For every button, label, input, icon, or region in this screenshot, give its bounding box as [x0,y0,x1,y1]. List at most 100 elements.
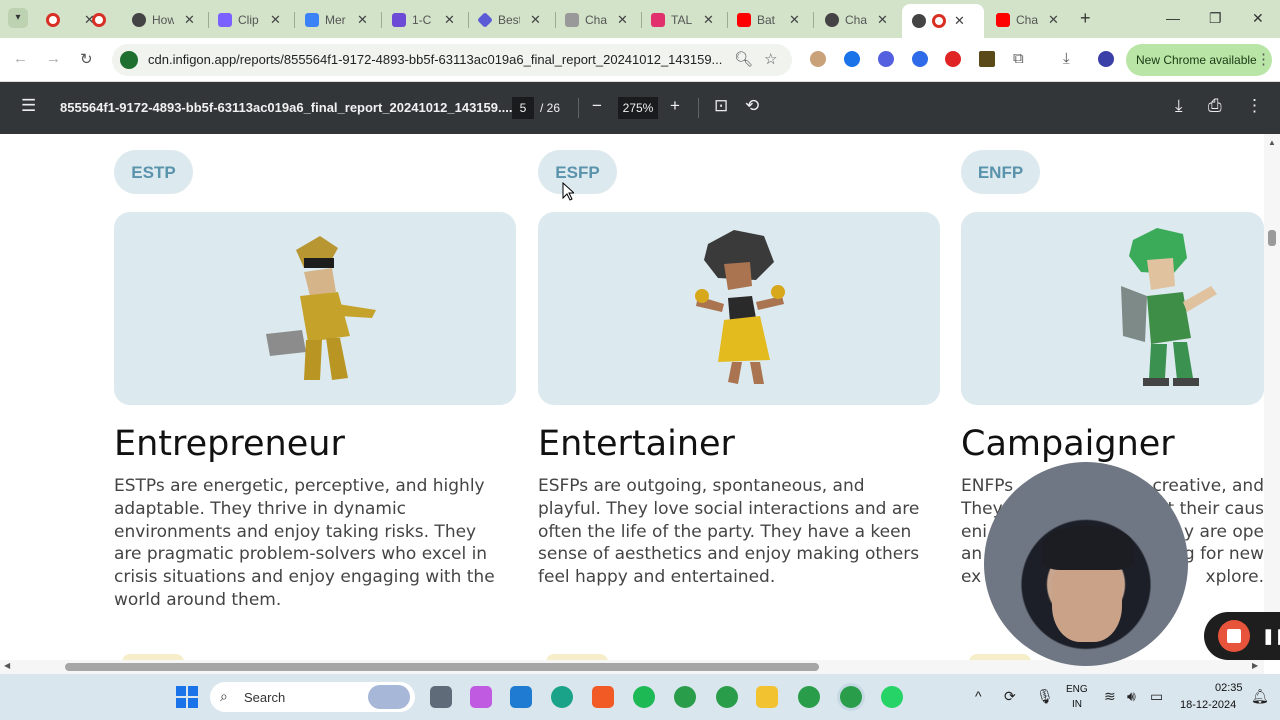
stop-recording-button[interactable] [1218,620,1250,652]
file-explorer-icon[interactable] [756,686,778,708]
reload-icon[interactable]: ↻ [80,50,93,68]
download-icon[interactable]: ⤓ [1175,96,1183,116]
extension-icon[interactable] [878,51,894,67]
close-icon[interactable]: ✕ [444,12,455,28]
entrepreneur-illustration [266,236,376,380]
forward-icon[interactable]: → [46,50,61,67]
tab-search-button[interactable]: ▾ [8,8,28,28]
close-icon[interactable]: ✕ [617,12,628,28]
extension-icon[interactable] [945,51,961,67]
new-tab-button[interactable]: + [1080,8,1091,29]
extensions-puzzle-icon[interactable]: ⧉ [1013,50,1024,67]
extension-icon[interactable] [979,51,995,67]
search-icon: ⌕ [220,688,228,704]
address-bar[interactable]: cdn.infigon.app/reports/855564f1-9172-48… [112,44,792,76]
close-icon[interactable]: ✕ [357,12,368,28]
restore-button[interactable]: ❐ [1209,10,1222,27]
pause-icon[interactable]: ❚❚ [1262,627,1280,645]
chrome-icon[interactable] [716,686,738,708]
clock-time[interactable]: 02:35 [1215,682,1243,694]
extension-icon[interactable] [844,51,860,67]
chevron-up-icon[interactable]: ^ [975,688,982,704]
task-view-icon[interactable] [430,686,452,708]
zoom-icon[interactable]: 🔍︎ [734,50,753,68]
description-line: an [961,544,983,565]
zoom-out-icon[interactable]: − [592,96,602,116]
description-line: eni [961,521,987,542]
scroll-up-arrow-icon[interactable]: ▲ [1268,138,1276,147]
vscode-icon[interactable] [510,686,532,708]
clock-date[interactable]: 18-12-2024 [1180,699,1236,711]
site-info-icon[interactable] [120,51,138,69]
horizontal-scrollbar-thumb[interactable] [65,663,819,671]
tab[interactable]: Cha ✕ [996,6,1059,34]
vertical-scrollbar-thumb[interactable] [1268,230,1276,246]
taskbar: ⌕ Search ^ ⟳ 🎙︎ ENG IN ≋ 🔊︎ ▭ 02:35 18-1… [0,674,1280,720]
download-icon[interactable]: ⤓ [1063,50,1070,67]
tab[interactable]: TAL ✕ [651,6,714,34]
scroll-left-arrow-icon[interactable]: ◀ [4,661,10,670]
wifi-icon[interactable]: ≋ [1104,688,1116,705]
tab[interactable]: Best ✕ [477,6,541,34]
close-icon[interactable]: ✕ [703,12,714,28]
type-description: ESTPs are energetic, perceptive, and hig… [114,476,495,610]
url-text[interactable]: cdn.infigon.app/reports/855564f1-9172-48… [148,52,722,67]
tab[interactable]: Mer ✕ [305,6,368,34]
tab[interactable] [92,6,112,34]
notification-icon[interactable]: 🔔︎ [1251,688,1269,705]
minimize-button[interactable]: — [1166,10,1180,26]
close-window-button[interactable]: ✕ [1252,10,1264,27]
print-icon[interactable]: ⎙ [1208,96,1222,116]
chrome-icon[interactable] [840,686,862,708]
whatsapp-icon[interactable] [881,686,903,708]
tab[interactable]: Cha ✕ [565,6,628,34]
zoom-in-icon[interactable]: + [670,96,680,116]
language-indicator[interactable]: ENG [1066,684,1088,695]
close-icon[interactable]: ✕ [270,12,281,28]
menu-icon[interactable]: ☰ [21,96,36,116]
edge-icon[interactable] [551,686,573,708]
pen-icon [392,13,406,27]
battery-icon[interactable]: ▭ [1150,688,1163,705]
close-icon[interactable]: ✕ [1048,12,1059,28]
new-chrome-available-button[interactable]: New Chrome available [1126,44,1272,76]
close-icon[interactable]: ✕ [184,12,195,28]
vertical-scrollbar[interactable]: ▲ [1264,134,1280,660]
tab[interactable]: Bat ✕ [737,6,800,34]
close-icon[interactable]: ✕ [954,13,965,29]
close-icon[interactable]: ✕ [789,12,800,28]
profile-avatar[interactable] [1098,51,1114,67]
tab[interactable]: How ✕ [132,6,195,34]
windows-start-icon[interactable] [176,686,198,708]
volume-icon[interactable]: 🔊︎ [1127,688,1136,705]
tab[interactable]: Clip ✕ [218,6,281,34]
close-icon[interactable]: ✕ [530,12,541,28]
tab[interactable]: Cha ✕ [825,6,888,34]
chrome-menu-icon[interactable]: ⋮ [1256,50,1271,68]
page-number-input[interactable]: 5 [512,97,534,119]
taskbar-search[interactable]: ⌕ Search [210,682,415,712]
chrome-icon[interactable] [798,686,820,708]
microphone-icon[interactable]: 🎙︎ [1036,688,1054,705]
tab[interactable]: ✕ [46,6,95,34]
brave-icon[interactable] [592,686,614,708]
extension-icon[interactable] [912,51,928,67]
spotify-icon[interactable] [633,686,655,708]
extension-icon[interactable] [810,51,826,67]
more-options-icon[interactable]: ⋮ [1246,96,1263,116]
tab-active[interactable]: ✕ [902,4,984,38]
bookmark-star-icon[interactable]: ☆ [764,50,777,68]
rotate-icon[interactable]: ⟲ [745,96,759,116]
sync-icon[interactable]: ⟳ [1004,688,1016,705]
back-icon[interactable]: ← [13,50,28,67]
character-illustration-card [961,212,1264,405]
scroll-right-arrow-icon[interactable]: ▶ [1252,661,1258,670]
zoom-level-input[interactable]: 275% [618,97,658,119]
screen-recorder-control[interactable]: ❚❚ [1204,612,1280,660]
close-icon[interactable]: ✕ [877,12,888,28]
copilot-icon[interactable] [470,686,492,708]
tab[interactable]: 1-C ✕ [392,6,455,34]
language-region[interactable]: IN [1072,699,1082,710]
chrome-icon[interactable] [674,686,696,708]
fit-page-icon[interactable]: ⊡ [714,96,728,116]
